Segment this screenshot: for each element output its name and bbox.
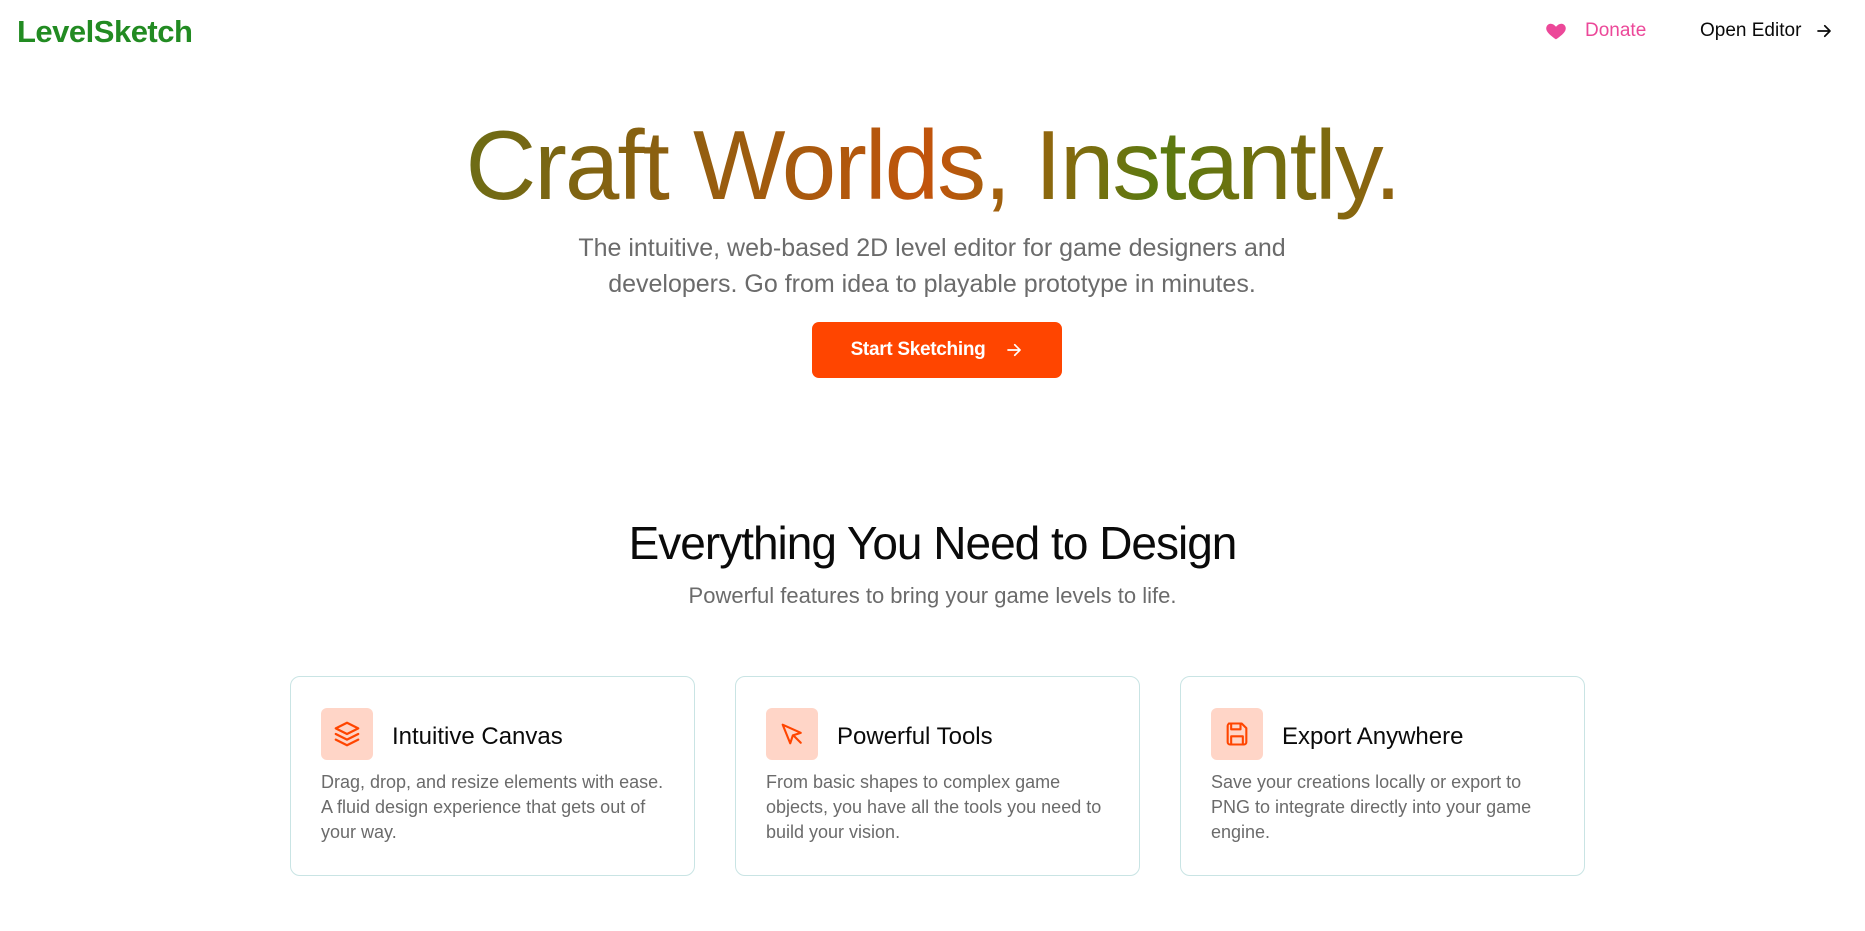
donate-link[interactable]: Donate [1545,20,1646,42]
feature-card: Intuitive Canvas Drag, drop, and resize … [290,676,695,876]
logo[interactable]: LevelSketch [17,14,193,50]
features-title: Everything You Need to Design [628,517,1238,569]
feature-card-description: Save your creations locally or export to… [1211,772,1532,842]
save-icon [1211,708,1263,760]
heart-icon [1545,20,1567,42]
cursor-pointer-icon [766,708,818,760]
feature-card-description: Drag, drop, and resize elements with eas… [321,772,664,842]
open-editor-label: Open Editor [1700,20,1802,41]
feature-card: Powerful Tools From basic shapes to comp… [735,676,1140,876]
feature-card-description: From basic shapes to complex game object… [766,772,1102,842]
start-sketching-label: Start Sketching [850,339,986,360]
feature-card-title: Powerful Tools [837,723,993,750]
feature-card: Export Anywhere Save your creations loca… [1180,676,1585,876]
arrow-right-icon [1815,22,1833,40]
hero-subtitle: The intuitive, web-based 2D level editor… [578,234,1286,298]
site-header: LevelSketch Donate Open Editor [0,0,1865,68]
arrow-right-icon [1005,341,1023,359]
features-subtitle: Powerful features to bring your game lev… [688,583,1177,608]
layers-icon [321,708,373,760]
hero-title: Craft Worlds, Instantly. [0,111,1865,220]
feature-card-title: Export Anywhere [1282,723,1464,750]
open-editor-link[interactable]: Open Editor [1700,20,1833,42]
feature-card-title: Intuitive Canvas [392,723,563,750]
donate-label: Donate [1585,20,1647,41]
start-sketching-button[interactable]: Start Sketching [812,322,1062,378]
